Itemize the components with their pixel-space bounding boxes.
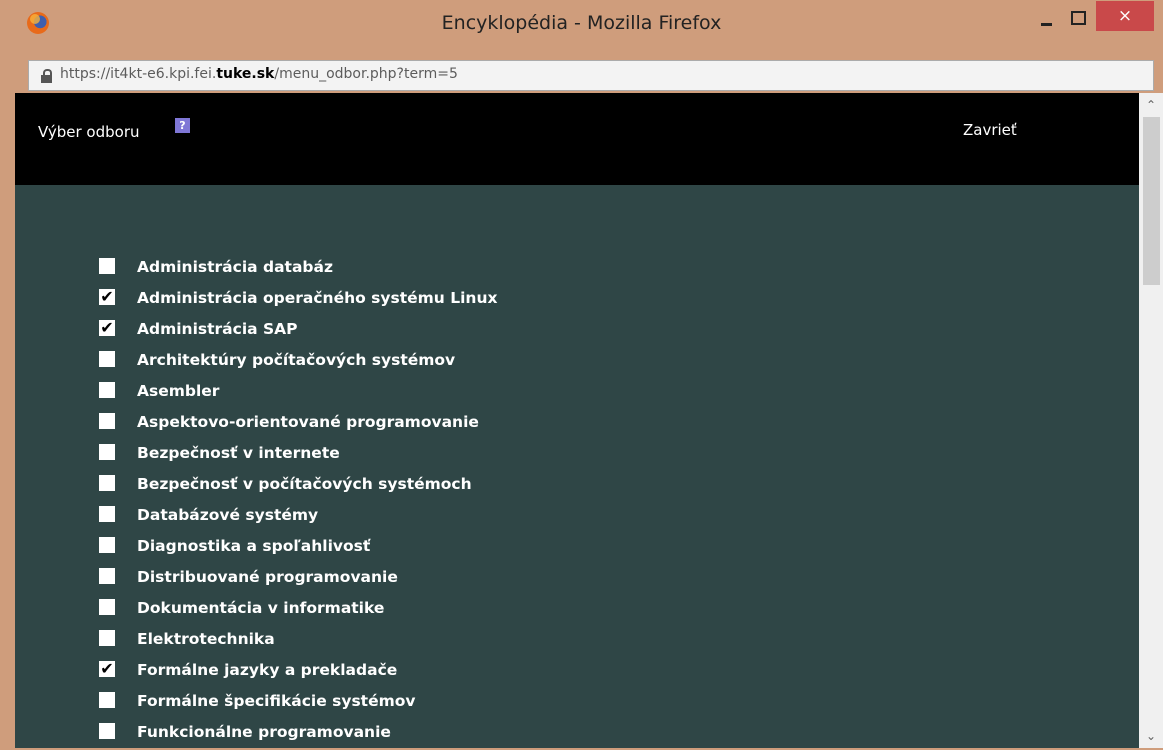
checkbox[interactable]: ✔ bbox=[99, 320, 115, 336]
checkbox[interactable]: ✔ bbox=[99, 289, 115, 305]
checkbox[interactable] bbox=[99, 351, 115, 367]
url-suffix: /menu_odbor.php?term=5 bbox=[274, 66, 458, 82]
checkbox[interactable] bbox=[99, 630, 115, 646]
browser-window: Encyklopédia - Mozilla Firefox × https:/… bbox=[0, 0, 1163, 750]
checkbox[interactable] bbox=[99, 258, 115, 274]
checkbox[interactable] bbox=[99, 382, 115, 398]
url-domain: tuke.sk bbox=[216, 66, 275, 82]
item-label: Distribuované programovanie bbox=[137, 568, 398, 586]
item-label: Architektúry počítačových systémov bbox=[137, 351, 456, 369]
checkbox[interactable] bbox=[99, 599, 115, 615]
item-label: Administrácia operačného systému Linux bbox=[137, 289, 498, 307]
title-bar[interactable]: Encyklopédia - Mozilla Firefox × bbox=[0, 0, 1163, 52]
item-label: Formálne jazyky a prekladače bbox=[137, 661, 398, 679]
page-content: Výber odboru ? Zavrieť Administrácia dat… bbox=[15, 93, 1139, 748]
scrollbar-thumb[interactable] bbox=[1143, 117, 1160, 285]
item-label: Asembler bbox=[137, 382, 220, 400]
checkbox[interactable]: ✔ bbox=[99, 661, 115, 677]
url-text[interactable]: https://it4kt-e6.kpi.fei.tuke.sk/menu_od… bbox=[60, 66, 458, 82]
close-window-button[interactable]: × bbox=[1096, 1, 1154, 31]
lock-icon bbox=[41, 69, 52, 83]
checkbox[interactable] bbox=[99, 568, 115, 584]
item-label: Elektrotechnika bbox=[137, 630, 275, 648]
close-link[interactable]: Zavrieť bbox=[963, 121, 1017, 139]
maximize-button[interactable] bbox=[1064, 9, 1090, 31]
url-prefix: https://it4kt-e6.kpi.fei. bbox=[60, 66, 217, 82]
page-title: Výber odboru bbox=[38, 123, 140, 141]
vertical-scrollbar[interactable]: ⌃ ⌄ bbox=[1139, 93, 1163, 748]
item-label: Databázové systémy bbox=[137, 506, 319, 524]
address-bar[interactable]: https://it4kt-e6.kpi.fei.tuke.sk/menu_od… bbox=[28, 60, 1154, 91]
item-label: Aspektovo-orientované programovanie bbox=[137, 413, 479, 431]
scroll-up-icon[interactable]: ⌃ bbox=[1139, 93, 1163, 117]
checkbox[interactable] bbox=[99, 692, 115, 708]
page-header: Výber odboru ? Zavrieť bbox=[15, 93, 1139, 185]
checkbox[interactable] bbox=[99, 413, 115, 429]
checkbox[interactable] bbox=[99, 444, 115, 460]
scroll-down-icon[interactable]: ⌄ bbox=[1139, 724, 1163, 748]
item-label: Administrácia databáz bbox=[137, 258, 333, 276]
item-label: Diagnostika a spoľahlivosť bbox=[137, 537, 371, 555]
help-icon[interactable]: ? bbox=[175, 118, 190, 133]
checkbox[interactable] bbox=[99, 475, 115, 491]
item-label: Administrácia SAP bbox=[137, 320, 298, 338]
checkbox[interactable] bbox=[99, 506, 115, 522]
minimize-button[interactable] bbox=[1033, 9, 1059, 31]
window-title: Encyklopédia - Mozilla Firefox bbox=[441, 12, 722, 34]
checkbox[interactable] bbox=[99, 723, 115, 739]
checkbox[interactable] bbox=[99, 537, 115, 553]
item-label: Bezpečnosť v internete bbox=[137, 444, 340, 462]
item-label: Bezpečnosť v počítačových systémoch bbox=[137, 475, 472, 493]
item-label: Formálne špecifikácie systémov bbox=[137, 692, 416, 710]
item-label: Funkcionálne programovanie bbox=[137, 723, 391, 741]
item-label: Dokumentácia v informatike bbox=[137, 599, 385, 617]
